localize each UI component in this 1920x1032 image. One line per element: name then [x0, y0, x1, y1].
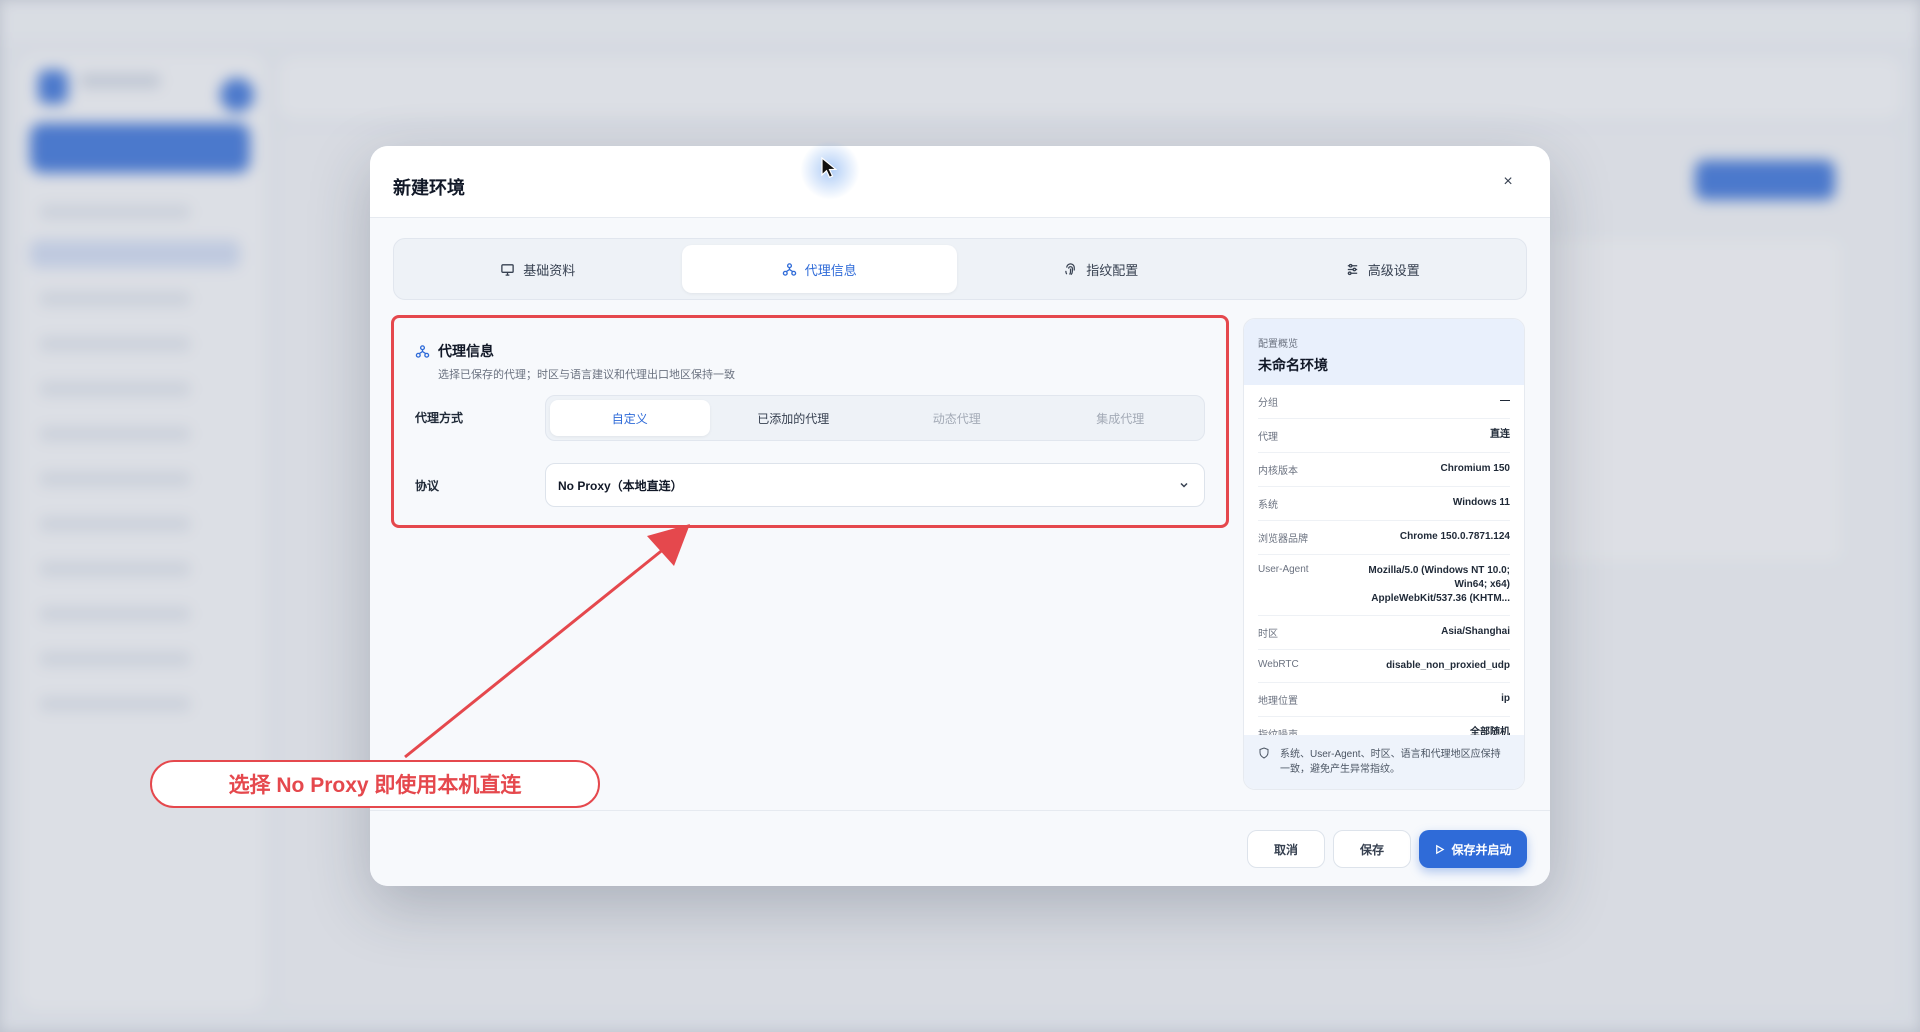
summary-kicker: 配置概览 — [1258, 339, 1298, 350]
summary-row: 系统 Windows 11 — [1258, 487, 1510, 521]
shield-icon — [1259, 747, 1269, 759]
fingerprint-icon — [1065, 262, 1076, 275]
summary-value: Asia/Shanghai — [1441, 626, 1510, 637]
save-button[interactable]: 保存 — [1333, 830, 1411, 868]
summary-row: 时区 Asia/Shanghai — [1258, 616, 1510, 650]
summary-key: 浏览器品牌 — [1258, 534, 1308, 545]
protocol-label: 协议 — [415, 479, 440, 493]
chevron-down-icon — [1180, 482, 1188, 488]
proxy-info-panel: 代理信息 选择已保存的代理；时区与语言建议和代理出口地区保持一致 代理方式 自定… — [393, 318, 1229, 528]
panel-title: 代理信息 — [438, 343, 494, 359]
tab-label: 高级设置 — [1367, 262, 1420, 278]
summary-row: 内核版本 Chromium 150 — [1258, 453, 1510, 487]
summary-key: 时区 — [1258, 629, 1278, 640]
sliders-icon — [1347, 263, 1357, 275]
summary-note: 系统、User-Agent、时区、语言和代理地区应保持一致，避免产生异常指纹。 — [1244, 735, 1524, 789]
summary-row: WebRTC disable_non_proxied_udp — [1258, 650, 1510, 683]
summary-key: 系统 — [1258, 500, 1278, 511]
proxy-mode-integrated[interactable]: 集成代理 — [1041, 400, 1201, 436]
save-and-launch-button[interactable]: 保存并启动 — [1419, 830, 1527, 868]
mouse-cursor-icon — [821, 157, 838, 179]
monitor-icon — [501, 263, 515, 276]
tab-fingerprint[interactable]: 指纹配置 — [963, 245, 1239, 293]
tab-advanced[interactable]: 高级设置 — [1245, 245, 1521, 293]
panel-description: 选择已保存的代理；时区与语言建议和代理出口地区保持一致 — [438, 369, 735, 381]
summary-value: Mozilla/5.0 (Windows NT 10.0; Win64; x64… — [1368, 565, 1510, 604]
play-icon — [1436, 844, 1445, 854]
protocol-select[interactable]: No Proxy（本地直连） — [545, 463, 1205, 507]
protocol-select-value: No Proxy（本地直连） — [558, 478, 683, 493]
proxy-mode-dynamic[interactable]: 动态代理 — [877, 400, 1037, 436]
summary-value: — — [1500, 395, 1510, 406]
proxy-mode-segmented: 自定义 已添加的代理 动态代理 集成代理 — [545, 395, 1205, 441]
summary-row: 分组 — — [1258, 385, 1510, 419]
proxy-mode-label: 代理方式 — [415, 411, 464, 425]
proxy-mode-custom[interactable]: 自定义 — [550, 400, 710, 436]
summary-header: 配置概览 未命名环境 — [1244, 319, 1524, 385]
summary-row: 代理 直连 — [1258, 419, 1510, 453]
proxy-mode-saved[interactable]: 已添加的代理 — [714, 400, 874, 436]
network-icon — [782, 262, 796, 276]
cancel-button[interactable]: 取消 — [1247, 830, 1325, 868]
summary-row: 浏览器品牌 Chrome 150.0.7871.124 — [1258, 521, 1510, 555]
summary-key: 代理 — [1258, 432, 1278, 443]
summary-key: 内核版本 — [1258, 466, 1298, 477]
tab-label: 代理信息 — [804, 262, 857, 278]
tab-proxy-info[interactable]: 代理信息 — [681, 245, 957, 293]
close-icon[interactable]: × — [1496, 170, 1520, 194]
summary-key: User-Agent — [1258, 564, 1309, 575]
tab-label: 指纹配置 — [1086, 262, 1139, 278]
summary-key: 地理位置 — [1258, 696, 1298, 707]
modal-header: 新建环境 × — [370, 146, 1550, 218]
annotation-callout: 选择 No Proxy 即使用本机直连 — [150, 760, 600, 808]
summary-value: Chromium 150 — [1440, 463, 1510, 474]
modal-footer: 取消 保存 保存并启动 — [370, 810, 1550, 886]
summary-value: 直连 — [1490, 429, 1510, 440]
summary-value: Chrome 150.0.7871.124 — [1399, 531, 1510, 542]
summary-row: 地理位置 ip — [1258, 683, 1510, 717]
tab-basic-info[interactable]: 基础资料 — [400, 245, 676, 293]
summary-env-name: 未命名环境 — [1258, 357, 1328, 373]
summary-value: Windows 11 — [1452, 497, 1510, 508]
summary-value: ip — [1501, 693, 1510, 704]
panel-title-row: 代理信息 — [415, 341, 494, 361]
tab-bar: 基础资料 代理信息 指纹配置 高级设置 — [393, 238, 1527, 300]
summary-row: User-Agent Mozilla/5.0 (Windows NT 10.0; … — [1258, 555, 1510, 616]
summary-value: disable_non_proxied_udp — [1386, 660, 1510, 671]
save-and-launch-label: 保存并启动 — [1451, 842, 1512, 857]
modal-title: 新建环境 — [393, 178, 465, 198]
network-icon — [415, 344, 430, 358]
tab-label: 基础资料 — [523, 262, 576, 278]
config-summary-card: 配置概览 未命名环境 分组 — 代理 直连 内核版本 Chromium 150 系统 W… — [1243, 318, 1525, 790]
summary-key: 分组 — [1258, 398, 1278, 409]
summary-key: WebRTC — [1258, 659, 1299, 670]
summary-list: 分组 — 代理 直连 内核版本 Chromium 150 系统 Windows 11 浏… — [1244, 385, 1524, 751]
summary-note-text: 系统、User-Agent、时区、语言和代理地区应保持一致，避免产生异常指纹。 — [1280, 749, 1501, 775]
